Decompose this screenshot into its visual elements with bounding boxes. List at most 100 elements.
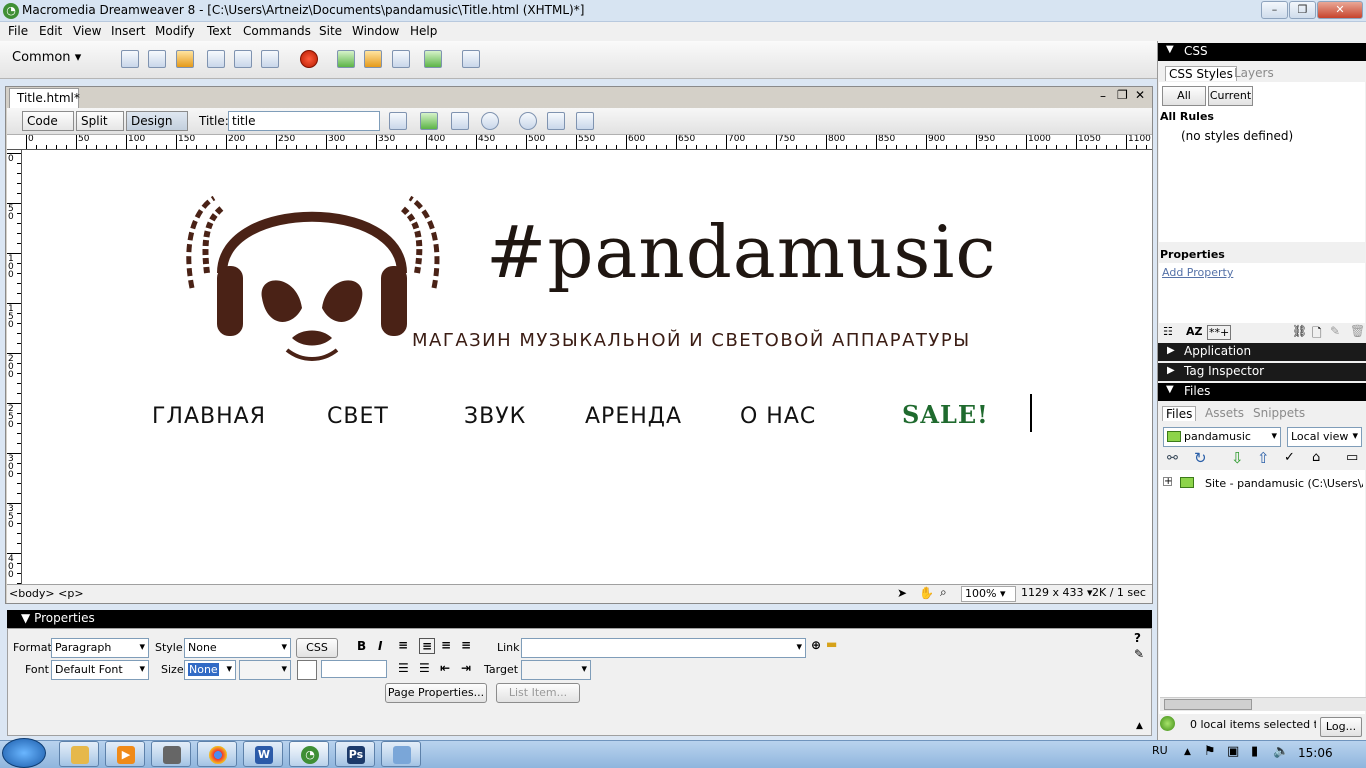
site-root-item[interactable]: Site - pandamusic (C:\Users\Artn [1205, 477, 1363, 490]
outdent-icon[interactable]: ⇤ [440, 661, 450, 675]
nav-light[interactable]: СВЕТ [327, 404, 389, 429]
align-left-icon[interactable]: ≡ [398, 638, 408, 652]
zoom-select[interactable]: 100% ▾ [961, 586, 1016, 602]
preview-browser-icon[interactable] [451, 112, 469, 130]
browse-folder-icon[interactable]: ▬ [826, 637, 837, 651]
restore-button[interactable]: ❐ [1289, 1, 1316, 19]
quick-tag-editor-icon[interactable]: ✎ [1134, 647, 1144, 661]
start-button[interactable] [2, 738, 46, 768]
table-icon[interactable] [207, 50, 225, 68]
task-paint[interactable] [381, 741, 421, 767]
file-management-icon[interactable] [420, 112, 438, 130]
task-calculator[interactable] [151, 741, 191, 767]
text-color-picker[interactable] [297, 660, 317, 680]
menu-window[interactable]: Window [352, 24, 399, 38]
visual-aids-icon[interactable] [576, 112, 594, 130]
check-in-icon[interactable]: ⌂ [1312, 450, 1320, 465]
menu-text[interactable]: Text [207, 24, 231, 38]
add-property-link[interactable]: Add Property [1162, 266, 1233, 279]
refresh-files-icon[interactable]: ↻ [1194, 449, 1207, 467]
refresh-icon[interactable] [519, 112, 537, 130]
help-icon[interactable]: ? [1134, 631, 1141, 645]
css-current-button[interactable]: Current [1208, 86, 1253, 106]
tab-snippets[interactable]: Snippets [1253, 406, 1305, 420]
css-all-button[interactable]: All [1162, 86, 1206, 106]
text-color-input[interactable] [321, 660, 387, 678]
link-input[interactable] [521, 638, 806, 658]
log-button[interactable]: Log... [1320, 717, 1362, 737]
check-out-icon[interactable]: ✓ [1284, 450, 1295, 465]
insert-category-select[interactable]: Common ▾ [12, 50, 81, 65]
bold-button[interactable]: B [357, 639, 366, 653]
size-select[interactable]: None [184, 660, 236, 680]
task-photoshop[interactable]: Ps [335, 741, 375, 767]
menu-view[interactable]: View [73, 24, 101, 38]
no-browser-check-icon[interactable] [389, 112, 407, 130]
window-size[interactable]: 1129 x 433 ▾ [1018, 586, 1093, 602]
images-icon[interactable] [261, 50, 279, 68]
tab-assets[interactable]: Assets [1205, 406, 1244, 420]
font-select[interactable]: Default Font [51, 660, 149, 680]
date-icon[interactable] [337, 50, 355, 68]
server-side-include-icon[interactable] [364, 50, 382, 68]
code-view-button[interactable]: Code [22, 111, 74, 131]
expand-panel-icon[interactable]: ▭ [1346, 450, 1358, 465]
zoom-tool-icon[interactable]: ⌕ [940, 585, 947, 600]
new-css-rule-icon[interactable]: 🗋 [1312, 324, 1322, 345]
delete-css-icon[interactable]: 🗑 [1350, 324, 1365, 338]
set-properties-view-icon[interactable]: **+ [1207, 325, 1232, 340]
application-panel-header[interactable]: Application [1158, 343, 1366, 361]
doc-close-icon[interactable]: ✕ [1135, 88, 1145, 102]
files-horizontal-scrollbar[interactable] [1160, 697, 1366, 711]
tab-layers[interactable]: Layers [1234, 66, 1274, 80]
menu-modify[interactable]: Modify [155, 24, 195, 38]
doc-restore-icon[interactable]: ❐ [1117, 88, 1128, 102]
page-properties-button[interactable]: Page Properties... [385, 683, 487, 703]
nav-rent[interactable]: АРЕНДА [585, 404, 682, 429]
input-language[interactable]: RU [1152, 744, 1168, 757]
menu-site[interactable]: Site [319, 24, 342, 38]
attach-stylesheet-icon[interactable]: ⛓ [1292, 324, 1307, 338]
design-view-button[interactable]: Design [126, 111, 188, 131]
collapse-properties-icon[interactable]: ▲ [1136, 721, 1143, 731]
css-button[interactable]: CSS [296, 638, 338, 658]
ordered-list-icon[interactable]: ☰ [419, 661, 430, 675]
hand-tool-icon[interactable]: ✋ [919, 586, 934, 600]
view-select[interactable]: Local view [1287, 427, 1362, 447]
category-view-icon[interactable]: ☷ [1163, 325, 1173, 338]
monitor-icon[interactable]: ▣ [1227, 744, 1239, 759]
templates-icon[interactable] [424, 50, 442, 68]
unordered-list-icon[interactable]: ☰ [398, 661, 409, 675]
menu-edit[interactable]: Edit [39, 24, 62, 38]
div-icon[interactable] [234, 50, 252, 68]
point-to-file-icon[interactable]: ⊕ [811, 638, 821, 652]
show-hidden-icons-icon[interactable]: ▲ [1184, 747, 1191, 757]
window-title-bar[interactable]: ◔ Macromedia Dreamweaver 8 - [C:\Users\A… [0, 0, 1366, 22]
tag-chooser-icon[interactable] [462, 50, 480, 68]
tag-selector[interactable]: <body> <p> [9, 587, 84, 600]
tab-css-styles[interactable]: CSS Styles [1165, 66, 1237, 81]
menu-help[interactable]: Help [410, 24, 437, 38]
format-select[interactable]: Paragraph [51, 638, 149, 658]
document-tab[interactable]: Title.html* [9, 88, 80, 108]
align-right-icon[interactable]: ≡ [441, 638, 451, 652]
align-center-icon[interactable]: ≡ [419, 638, 436, 654]
volume-icon[interactable]: 🔈 [1273, 744, 1289, 759]
task-dreamweaver[interactable]: ◔ [289, 741, 329, 767]
align-justify-icon[interactable]: ≡ [461, 638, 471, 652]
task-chrome[interactable] [197, 741, 237, 767]
hyperlink-icon[interactable] [121, 50, 139, 68]
task-word[interactable]: W [243, 741, 283, 767]
split-view-button[interactable]: Split [76, 111, 124, 131]
style-select[interactable]: None [184, 638, 291, 658]
named-anchor-icon[interactable] [176, 50, 194, 68]
size-unit-select[interactable] [239, 660, 291, 680]
files-panel-header[interactable]: Files [1158, 383, 1366, 401]
close-button[interactable]: ✕ [1317, 1, 1363, 19]
network-icon[interactable]: ▮ [1251, 744, 1258, 759]
nav-about[interactable]: О НАС [740, 404, 816, 429]
css-panel-header[interactable]: CSS [1158, 43, 1366, 61]
comment-icon[interactable] [392, 50, 410, 68]
design-canvas[interactable]: #pandamusic МАГАЗИН МУЗЫКАЛЬНОЙ И СВЕТОВ… [22, 150, 1152, 584]
properties-header[interactable]: ▼ Properties [7, 610, 1152, 628]
